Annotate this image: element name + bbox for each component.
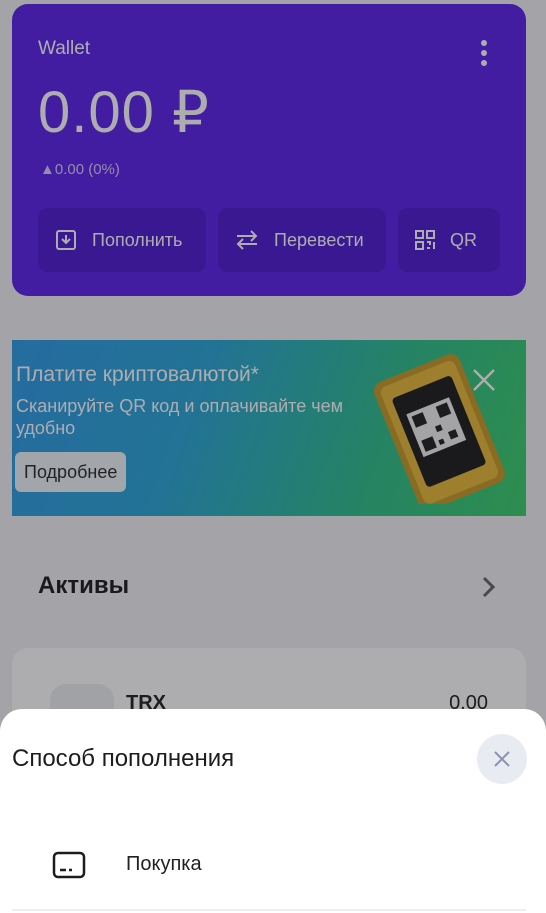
close-button[interactable] [477,734,527,784]
divider [12,909,526,911]
topup-method-sheet: Способ пополнения Покупка [0,709,546,913]
card-icon [52,851,86,879]
sheet-title: Способ пополнения [12,745,235,772]
method-purchase[interactable]: Покупка [0,835,546,895]
method-label: Покупка [126,853,202,875]
close-icon [494,751,510,767]
